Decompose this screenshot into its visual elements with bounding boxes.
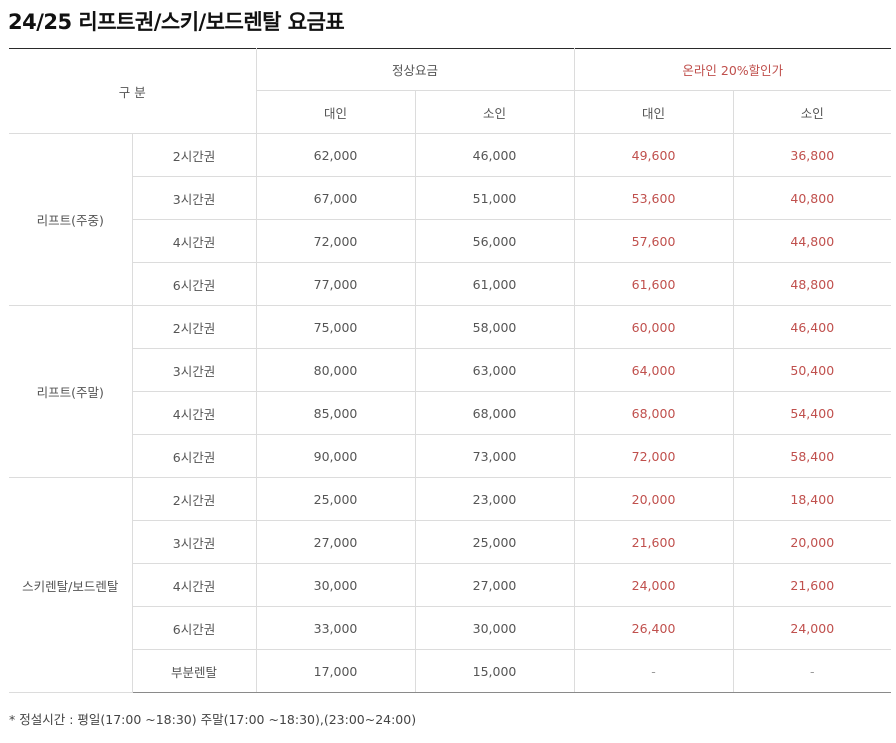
ticket-type: 2시간권 xyxy=(131,305,257,349)
table-row: 6시간권 77,000 61,000 61,600 48,800 xyxy=(9,262,892,306)
regular-child-price: 25,000 xyxy=(414,520,575,564)
table-row: 6시간권 33,000 30,000 26,400 24,000 xyxy=(9,606,892,650)
online-adult-price: 72,000 xyxy=(573,434,734,478)
ticket-type: 4시간권 xyxy=(132,219,257,263)
table-row: 6시간권 90,000 73,000 72,000 58,400 xyxy=(9,434,892,478)
footnote: * 정설시간 : 평일(17:00 ~18:30) 주말(17:00 ~18:3… xyxy=(9,712,417,727)
online-child-price: 44,800 xyxy=(732,219,892,263)
regular-child-price: 23,000 xyxy=(414,477,575,521)
table-row: 4시간권 72,000 56,000 57,600 44,800 xyxy=(9,219,892,263)
online-adult-price: 20,000 xyxy=(573,477,734,521)
ticket-type: 6시간권 xyxy=(132,434,257,478)
regular-child-price: 58,000 xyxy=(414,305,575,349)
regular-adult-header: 대인 xyxy=(256,90,416,134)
regular-child-price: 73,000 xyxy=(414,434,575,478)
price-table: 구 분 정상요금 온라인 20%할인가 대인 소인 대인 소인 리프트(주중) … xyxy=(9,48,892,693)
regular-child-price: 51,000 xyxy=(414,176,575,220)
table-row: 리프트(주중) 2시간권 62,000 46,000 49,600 36,800 xyxy=(9,133,892,306)
ticket-type: 3시간권 xyxy=(132,520,257,564)
regular-adult-price: 17,000 xyxy=(255,649,416,693)
regular-child-price: 56,000 xyxy=(414,219,575,263)
ticket-type: 부분렌탈 xyxy=(132,649,257,693)
regular-child-price: 61,000 xyxy=(414,262,575,306)
ticket-type: 2시간권 xyxy=(131,477,257,521)
online-child-header: 소인 xyxy=(732,90,892,134)
online-adult-price: 61,600 xyxy=(573,262,734,306)
online-adult-price: 53,600 xyxy=(573,176,734,220)
regular-adult-price: 72,000 xyxy=(255,219,416,263)
table-row: 리프트(주말) 2시간권 75,000 58,000 60,000 46,400 xyxy=(9,305,892,478)
regular-child-price: 68,000 xyxy=(414,391,575,435)
page-title: 24/25 리프트권/스키/보드렌탈 요금표 xyxy=(8,10,345,34)
online-adult-price: - xyxy=(573,649,734,693)
regular-adult-price: 30,000 xyxy=(255,563,416,607)
ticket-type: 3시간권 xyxy=(132,348,257,392)
regular-adult-price: 67,000 xyxy=(255,176,416,220)
regular-adult-price: 33,000 xyxy=(255,606,416,650)
ticket-type: 4시간권 xyxy=(132,563,257,607)
online-adult-price: 57,600 xyxy=(573,219,734,263)
regular-child-price: 46,000 xyxy=(414,133,575,177)
header-row-1: 구 분 정상요금 온라인 20%할인가 xyxy=(9,48,892,134)
regular-adult-price: 85,000 xyxy=(255,391,416,435)
regular-adult-price: 77,000 xyxy=(255,262,416,306)
regular-adult-price: 25,000 xyxy=(255,477,416,521)
online-adult-price: 68,000 xyxy=(573,391,734,435)
ticket-type: 2시간권 xyxy=(131,133,257,177)
online-child-price: 24,000 xyxy=(732,606,892,650)
table-row: 3시간권 80,000 63,000 64,000 50,400 xyxy=(9,348,892,392)
table-row: 4시간권 85,000 68,000 68,000 54,400 xyxy=(9,391,892,435)
online-adult-header: 대인 xyxy=(573,90,734,134)
ticket-type: 6시간권 xyxy=(132,262,257,306)
online-child-price: 40,800 xyxy=(732,176,892,220)
group-label: 리프트(주말) xyxy=(9,305,133,478)
table-row: 3시간권 67,000 51,000 53,600 40,800 xyxy=(9,176,892,220)
online-child-price: 54,400 xyxy=(732,391,892,435)
online-child-price: 36,800 xyxy=(732,133,892,177)
online-adult-price: 24,000 xyxy=(573,563,734,607)
price-table-header: 구 분 정상요금 온라인 20%할인가 대인 소인 대인 소인 xyxy=(9,48,892,134)
regular-price-header: 정상요금 xyxy=(255,48,575,91)
regular-child-price: 27,000 xyxy=(414,563,575,607)
table-row: 부분렌탈 17,000 15,000 - - xyxy=(9,649,892,693)
online-adult-price: 21,600 xyxy=(573,520,734,564)
table-row: 스키렌탈/보드렌탈 2시간권 25,000 23,000 20,000 18,4… xyxy=(9,477,892,693)
regular-child-price: 15,000 xyxy=(414,649,575,693)
online-child-price: 20,000 xyxy=(732,520,892,564)
online-adult-price: 49,600 xyxy=(573,133,734,177)
ticket-type: 4시간권 xyxy=(132,391,257,435)
online-adult-price: 60,000 xyxy=(573,305,734,349)
regular-adult-price: 27,000 xyxy=(255,520,416,564)
online-child-price: 18,400 xyxy=(732,477,892,521)
group-label: 리프트(주중) xyxy=(9,133,133,306)
online-child-price: 50,400 xyxy=(732,348,892,392)
regular-child-price: 63,000 xyxy=(414,348,575,392)
table-row: 3시간권 27,000 25,000 21,600 20,000 xyxy=(9,520,892,564)
price-table-body: 리프트(주중) 2시간권 62,000 46,000 49,600 36,800… xyxy=(9,133,892,693)
online-adult-price: 26,400 xyxy=(573,606,734,650)
page: 24/25 리프트권/스키/보드렌탈 요금표 구 분 정상요금 온라인 20%할… xyxy=(0,0,896,743)
group-label: 스키렌탈/보드렌탈 xyxy=(9,477,133,693)
ticket-type: 6시간권 xyxy=(132,606,257,650)
table-row: 4시간권 30,000 27,000 24,000 21,600 xyxy=(9,563,892,607)
regular-adult-price: 75,000 xyxy=(255,305,416,349)
category-header: 구 분 xyxy=(9,48,257,134)
regular-adult-price: 80,000 xyxy=(255,348,416,392)
online-child-price: 46,400 xyxy=(732,305,892,349)
regular-adult-price: 90,000 xyxy=(255,434,416,478)
regular-adult-price: 62,000 xyxy=(255,133,416,177)
regular-child-header: 소인 xyxy=(414,90,575,134)
online-adult-price: 64,000 xyxy=(573,348,734,392)
ticket-type: 3시간권 xyxy=(132,176,257,220)
online-discount-header: 온라인 20%할인가 xyxy=(573,48,892,91)
regular-child-price: 30,000 xyxy=(414,606,575,650)
online-child-price: 48,800 xyxy=(732,262,892,306)
online-child-price: - xyxy=(732,649,892,693)
online-child-price: 58,400 xyxy=(732,434,892,478)
online-child-price: 21,600 xyxy=(732,563,892,607)
